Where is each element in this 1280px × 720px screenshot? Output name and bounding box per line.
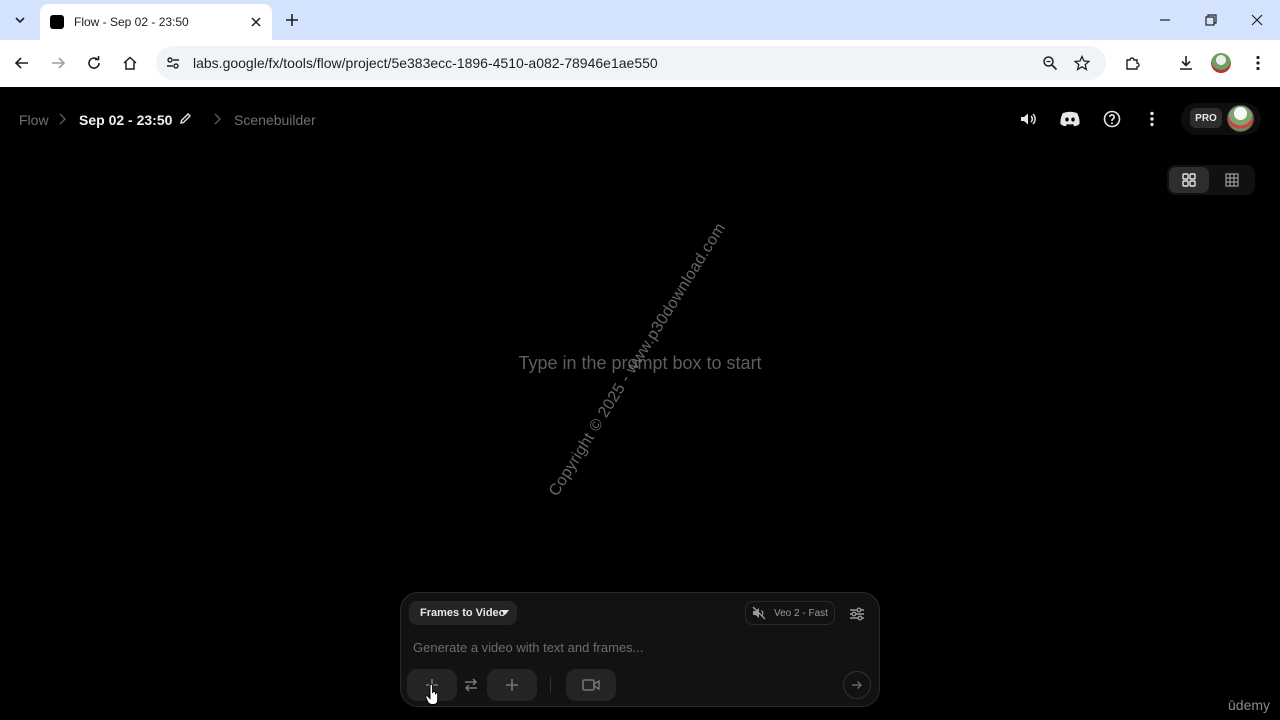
extensions-button[interactable] — [1121, 51, 1145, 75]
browser-tab[interactable]: Flow - Sep 02 - 23:50 — [40, 4, 272, 40]
arrow-right-icon — [852, 680, 863, 690]
star-icon — [1074, 55, 1090, 71]
discord-icon — [1060, 111, 1080, 127]
toolbar-divider — [550, 677, 551, 693]
more-options-button[interactable] — [1140, 107, 1164, 131]
forward-button[interactable] — [46, 51, 70, 75]
settings-sliders-icon[interactable] — [848, 605, 866, 623]
help-icon — [1103, 110, 1121, 128]
pencil-icon[interactable] — [179, 112, 192, 125]
volume-off-icon — [752, 606, 766, 620]
breadcrumb-flow[interactable]: Flow — [19, 112, 49, 128]
new-tab-button[interactable] — [280, 8, 304, 32]
close-window-button[interactable] — [1245, 8, 1269, 32]
arrow-left-icon — [14, 57, 28, 69]
home-button[interactable] — [118, 51, 142, 75]
volume-icon — [1021, 113, 1036, 125]
prompt-input[interactable] — [404, 637, 864, 657]
close-icon — [251, 17, 261, 27]
hand-cursor-icon — [425, 684, 439, 705]
send-button[interactable] — [843, 671, 871, 699]
udemy-watermark: ūdemy — [1228, 697, 1271, 713]
video-camera-icon — [582, 679, 600, 691]
site-info-button[interactable] — [161, 51, 185, 75]
more-vert-icon — [1150, 111, 1154, 127]
grid-view-small-button[interactable] — [1212, 167, 1252, 193]
grid-view-large-button[interactable] — [1169, 167, 1209, 193]
profile-button[interactable] — [1209, 51, 1233, 75]
reload-button[interactable] — [82, 51, 106, 75]
home-icon — [123, 56, 137, 70]
tune-icon — [167, 57, 179, 69]
bookmark-button[interactable] — [1070, 51, 1094, 75]
profile-avatar — [1211, 53, 1231, 73]
swap-icon[interactable] — [462, 676, 480, 694]
zoom-icon — [1043, 56, 1058, 71]
tab-title: Flow - Sep 02 - 23:50 — [74, 15, 189, 29]
help-button[interactable] — [1100, 107, 1124, 131]
puzzle-icon — [1126, 57, 1140, 70]
tab-close-button[interactable] — [248, 14, 264, 30]
arrow-right-icon — [52, 57, 66, 69]
mode-dropdown[interactable]: Frames to Video — [409, 601, 517, 625]
downloads-button[interactable] — [1174, 51, 1198, 75]
url-text[interactable]: labs.google/fx/tools/flow/project/5e383e… — [193, 55, 658, 71]
chevron-right-icon — [214, 113, 221, 125]
discord-button[interactable] — [1058, 107, 1082, 131]
minimize-button[interactable] — [1153, 8, 1177, 32]
sound-button[interactable] — [1016, 107, 1040, 131]
breadcrumb-scenebuilder[interactable]: Scenebuilder — [234, 112, 316, 128]
flow-favicon-icon — [50, 15, 64, 29]
minimize-icon — [1160, 19, 1170, 21]
reload-icon — [88, 56, 100, 69]
breadcrumb-project[interactable]: Sep 02 - 23:50 — [79, 112, 172, 128]
camera-motion-button[interactable] — [566, 669, 616, 701]
mode-label: Frames to Video — [420, 607, 506, 619]
flow-app: Flow Sep 02 - 23:50 Scenebuilder PRO Typ… — [0, 87, 1280, 720]
more-vert-icon — [1256, 55, 1260, 71]
chevron-right-icon — [59, 113, 66, 125]
add-end-frame-button[interactable] — [487, 669, 537, 701]
plus-icon — [506, 679, 518, 691]
plus-icon — [286, 14, 298, 26]
chevron-down-icon — [15, 17, 25, 24]
back-button[interactable] — [10, 51, 34, 75]
close-icon — [1251, 14, 1263, 26]
restore-icon — [1205, 14, 1217, 26]
caret-down-icon — [501, 610, 509, 615]
browser-menu-button[interactable] — [1246, 51, 1270, 75]
model-label: Veo 2 - Fast — [774, 607, 828, 619]
zoom-button[interactable] — [1038, 51, 1062, 75]
user-avatar[interactable] — [1227, 105, 1254, 132]
grid-large-icon — [1182, 173, 1196, 187]
grid-small-icon — [1225, 173, 1239, 187]
restore-button[interactable] — [1199, 8, 1223, 32]
download-icon — [1180, 56, 1192, 70]
tab-search-button[interactable] — [6, 6, 34, 34]
pro-badge: PRO — [1190, 108, 1222, 128]
